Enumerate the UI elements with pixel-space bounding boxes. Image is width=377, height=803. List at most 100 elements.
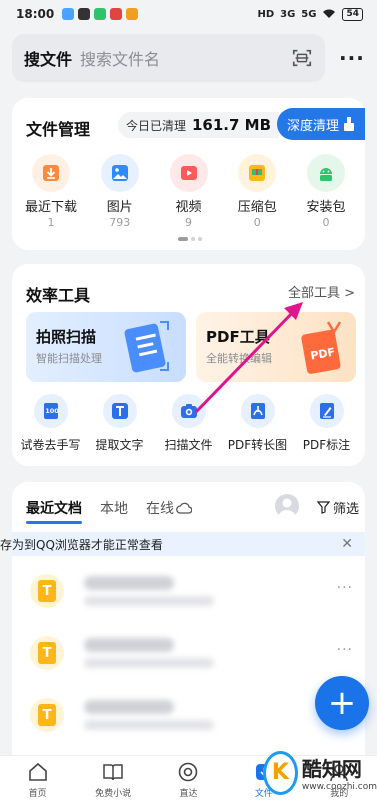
scan-icon[interactable]: [291, 47, 313, 69]
more-icon[interactable]: ···: [337, 642, 353, 658]
android-icon: [307, 154, 345, 192]
text-extract-icon: [102, 394, 137, 428]
category-recent-downloads[interactable]: 最近下载 1: [18, 154, 84, 229]
at-icon: [179, 762, 198, 781]
tool-pdf-annotate[interactable]: PDF标注: [292, 394, 361, 453]
promo-title: PDF工具: [206, 328, 270, 346]
pdf-icon: [240, 394, 275, 428]
brush-icon: [344, 117, 355, 131]
deep-clean-button[interactable]: 深度清理: [277, 108, 365, 140]
watermark-url: www.coozhi.com: [301, 782, 377, 792]
all-tools-link[interactable]: 全部工具 >: [288, 282, 355, 301]
tab-local[interactable]: 本地: [100, 498, 128, 518]
app-notification-icon: [126, 8, 139, 20]
add-button[interactable]: +: [315, 676, 369, 730]
watermark-name: 酷知网: [301, 757, 362, 781]
category-label: 安装包: [306, 200, 346, 215]
nav-label: 免费小说: [95, 788, 132, 799]
notice-banner: 存为到QQ浏览器才能正常查看 ✕: [0, 532, 365, 556]
filter-icon: [316, 501, 330, 514]
file-category-row: 最近下载 1 图片 793 视频 9 压缩包 0 安装包 0: [18, 154, 359, 229]
home-icon: [28, 762, 47, 781]
text-document-icon: T: [30, 698, 64, 732]
category-count: 9: [185, 216, 192, 229]
tool-label: 提取文字: [95, 438, 144, 452]
cleaned-summary: 今日已清理 161.7 MB: [117, 112, 279, 138]
text-document-icon: T: [30, 636, 64, 670]
category-videos[interactable]: 视频 9: [156, 154, 222, 229]
efficiency-tools-card: 效率工具 全部工具 > 拍照扫描 智能扫描处理 PDF工具 全能转换编辑 PDF…: [12, 264, 365, 466]
pdf-edit-icon: [309, 394, 344, 428]
nav-direct[interactable]: 直达: [153, 761, 223, 799]
deep-clean-label: 深度清理: [287, 118, 340, 134]
tool-exam-clean[interactable]: 100 试卷去手写: [16, 394, 85, 453]
battery-icon: 54: [342, 7, 363, 21]
cleaned-label: 今日已清理: [125, 118, 186, 133]
filter-label: 筛选: [332, 502, 359, 517]
notification-icons: [62, 8, 139, 20]
image-icon: [100, 154, 139, 192]
watermark-logo: K: [263, 750, 298, 795]
site-watermark: K 酷知网 www.coozhi.com: [263, 742, 377, 803]
tab-online[interactable]: 在线: [146, 498, 193, 518]
category-label: 视频: [175, 200, 202, 215]
tool-label: PDF转长图: [227, 438, 288, 452]
avatar[interactable]: [275, 494, 299, 518]
tool-scan-file[interactable]: 扫描文件: [154, 394, 223, 453]
cleaned-value: 161.7 MB: [191, 116, 271, 134]
list-item[interactable]: T ···: [12, 566, 365, 624]
nav-novels[interactable]: 免费小说: [78, 761, 148, 799]
tool-pdf-to-image[interactable]: PDF转长图: [223, 394, 292, 453]
download-icon: [32, 154, 70, 192]
category-count: 0: [322, 216, 330, 229]
more-options-button[interactable]: ···: [339, 46, 365, 70]
svg-text:100: 100: [45, 407, 59, 415]
cloud-sync-icon: [176, 502, 193, 514]
search-bar[interactable]: 搜文件 搜索文件名: [12, 34, 325, 82]
tab-online-label: 在线: [146, 501, 174, 517]
app-notification-icon: [78, 8, 91, 20]
tools-title: 效率工具: [26, 286, 91, 305]
nav-home[interactable]: 首页: [3, 761, 73, 799]
photo-scan-banner[interactable]: 拍照扫描 智能扫描处理: [26, 312, 186, 382]
category-images[interactable]: 图片 793: [87, 154, 153, 229]
tool-row: 100 试卷去手写 提取文字 扫描文件 PDF转长图 PDF标注: [16, 394, 361, 453]
filter-button[interactable]: 筛选: [316, 498, 359, 517]
video-icon: [169, 154, 208, 192]
promo-title: 拍照扫描: [36, 328, 97, 346]
category-label: 最近下载: [24, 200, 77, 215]
exam-icon: 100: [33, 394, 68, 428]
app-notification-icon: [94, 8, 107, 20]
signal-3g-icon: 3G: [280, 8, 296, 20]
tool-label: 试卷去手写: [20, 438, 81, 452]
archive-icon: [238, 154, 277, 192]
category-label: 图片: [106, 200, 133, 215]
category-count: 1: [47, 216, 55, 229]
search-header: 搜文件 搜索文件名 ···: [12, 34, 365, 82]
app-notification-icon: [62, 8, 75, 20]
more-icon[interactable]: ···: [337, 580, 353, 596]
pdf-document-icon: PDF: [301, 321, 342, 374]
tool-extract-text[interactable]: 提取文字: [85, 394, 154, 453]
file-manager-title: 文件管理: [26, 120, 91, 139]
hd-icon: HD: [257, 8, 275, 20]
tool-label: 扫描文件: [164, 438, 213, 452]
close-icon[interactable]: ✕: [341, 536, 353, 552]
tool-label: PDF标注: [302, 438, 351, 452]
search-input[interactable]: 搜索文件名: [80, 46, 291, 70]
page-indicator: [178, 237, 202, 241]
list-item[interactable]: T ···: [12, 628, 365, 686]
category-label: 压缩包: [237, 200, 277, 215]
category-archives[interactable]: 压缩包 0: [224, 154, 290, 229]
promo-subtitle: 智能扫描处理: [36, 352, 102, 365]
category-apks[interactable]: 安装包 0: [293, 154, 359, 229]
search-title: 搜文件: [24, 50, 73, 69]
pdf-tools-banner[interactable]: PDF工具 全能转换编辑 PDF: [196, 312, 356, 382]
status-time: 18:00: [16, 7, 55, 21]
category-count: 793: [109, 216, 131, 229]
list-item[interactable]: T ···: [12, 690, 365, 748]
category-count: 0: [253, 216, 261, 229]
scan-document-icon: [124, 321, 169, 373]
nav-label: 直达: [179, 788, 198, 799]
tab-recent[interactable]: 最近文档: [26, 498, 82, 524]
